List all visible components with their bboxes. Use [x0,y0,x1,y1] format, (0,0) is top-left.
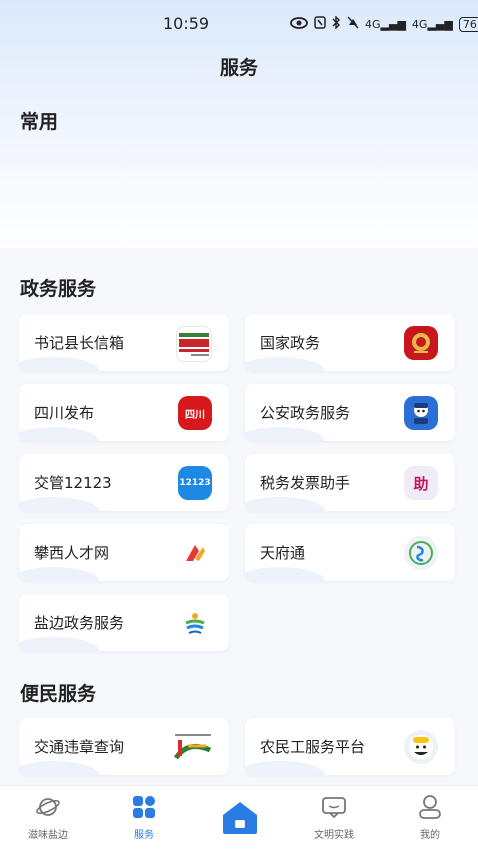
tab-label: 服务 [134,830,154,841]
eye-icon [290,16,308,32]
service-card-migrant-worker[interactable]: 农民工服务平台 [245,718,455,775]
user-icon [417,794,443,820]
section-title-gov: 政务服务 [20,278,97,300]
tianfutong-icon [404,536,438,570]
service-card-yanbian-gov[interactable]: 盐边政务服务 [19,594,229,651]
status-bar: 10:59 4G▂▄▆ 4G▂▄▆ 76 [0,0,478,48]
yanbian-gov-icon [178,606,212,640]
traffic-violation-icon [174,730,212,764]
tab-label: 文明实践 [314,830,354,841]
home-icon [223,802,257,834]
common-area [0,140,478,248]
message-icon [321,794,347,820]
battery-icon: 76 [458,16,478,32]
signal-icon: 4G▂▄▆ [365,17,406,31]
bluetooth-icon [332,15,341,32]
status-icons: 4G▂▄▆ 4G▂▄▆ 76 [290,15,478,32]
service-label: 交通违章查询 [34,737,125,756]
service-label: 公安政务服务 [260,403,351,422]
signal-label-2: 4G [411,17,428,31]
migrant-worker-icon [404,730,438,764]
tax-icon-text: 助 [413,474,429,493]
tab-ziwei-yanbian[interactable]: 滋味盐边 [13,794,83,841]
service-label: 交管12123 [34,473,112,492]
police-mascot-icon [404,396,438,430]
nfc-icon [314,16,326,32]
service-label: 攀西人才网 [34,543,110,562]
service-card-tianfutong[interactable]: 天府通 [245,524,455,581]
service-card-traffic-violation[interactable]: 交通违章查询 [19,718,229,775]
service-card-national-gov[interactable]: 国家政务 [245,314,455,371]
tax-invoice-icon: 助 [404,466,438,500]
letterbox-logo-icon [176,326,212,362]
service-card-sichuan-fabu[interactable]: 四川发布 四川 [19,384,229,441]
section-title-common: 常用 [20,111,59,133]
service-card-police[interactable]: 公安政务服务 [245,384,455,441]
status-time: 10:59 [163,14,210,33]
tab-services[interactable]: 服务 [109,794,179,841]
service-card-tax[interactable]: 税务发票助手 助 [245,454,455,511]
signal-icon-2: 4G▂▄▆ [411,17,453,31]
service-label: 农民工服务平台 [260,737,366,756]
service-card-letterbox[interactable]: 书记县长信箱 [19,314,229,371]
service-label: 国家政务 [260,333,321,352]
tab-civilization-practice[interactable]: 文明实践 [299,794,369,841]
traffic-icon-text: 12123 [179,478,211,488]
home-button[interactable] [221,800,259,836]
tab-label: 滋味盐边 [28,830,68,841]
national-emblem-icon [404,326,438,360]
page-title: 服务 [219,57,258,79]
signal-label-1: 4G [365,17,381,31]
mute-icon [347,16,359,32]
tab-mine[interactable]: 我的 [395,794,465,841]
service-label: 税务发票助手 [260,473,351,492]
section-title-civil: 便民服务 [20,683,97,705]
service-card-panxi-talent[interactable]: 攀西人才网 [19,524,229,581]
grid-icon [131,794,157,820]
panxi-talent-icon [178,536,212,570]
traffic-12123-icon: 12123 [178,466,212,500]
sichuan-icon-text: 四川 [185,409,205,421]
sichuan-fabu-icon: 四川 [178,396,212,430]
service-label: 盐边政务服务 [34,613,125,632]
service-label: 书记县长信箱 [34,333,125,352]
service-label: 天府通 [260,543,306,562]
service-card-traffic-12123[interactable]: 交管12123 12123 [19,454,229,511]
tab-label: 我的 [420,830,440,841]
planet-icon [35,794,61,820]
service-label: 四川发布 [34,403,95,422]
